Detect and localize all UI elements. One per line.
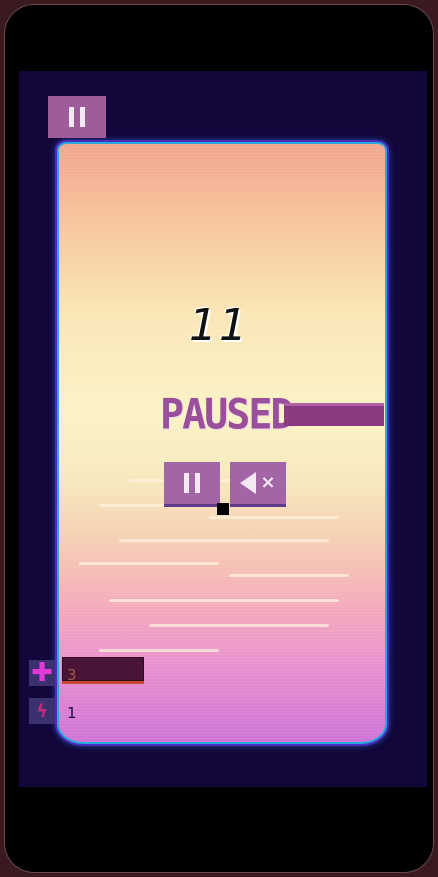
pause-icon [184, 473, 200, 493]
health-count: 3 [67, 666, 77, 684]
paused-title-bar [284, 403, 384, 426]
boost-count: 1 [67, 704, 77, 722]
pause-icon [69, 107, 85, 127]
speaker-mute-icon: × [240, 472, 276, 494]
plus-icon: ✚ [29, 658, 55, 688]
score-display: 11 [189, 300, 249, 351]
resume-button[interactable] [164, 462, 220, 507]
paused-title: PAUSED [160, 390, 294, 440]
game-viewport[interactable] [57, 142, 387, 744]
cursor [217, 503, 229, 515]
lightning-icon: ϟ [29, 698, 55, 724]
mute-button[interactable]: × [230, 462, 286, 507]
pause-button[interactable] [48, 96, 106, 138]
